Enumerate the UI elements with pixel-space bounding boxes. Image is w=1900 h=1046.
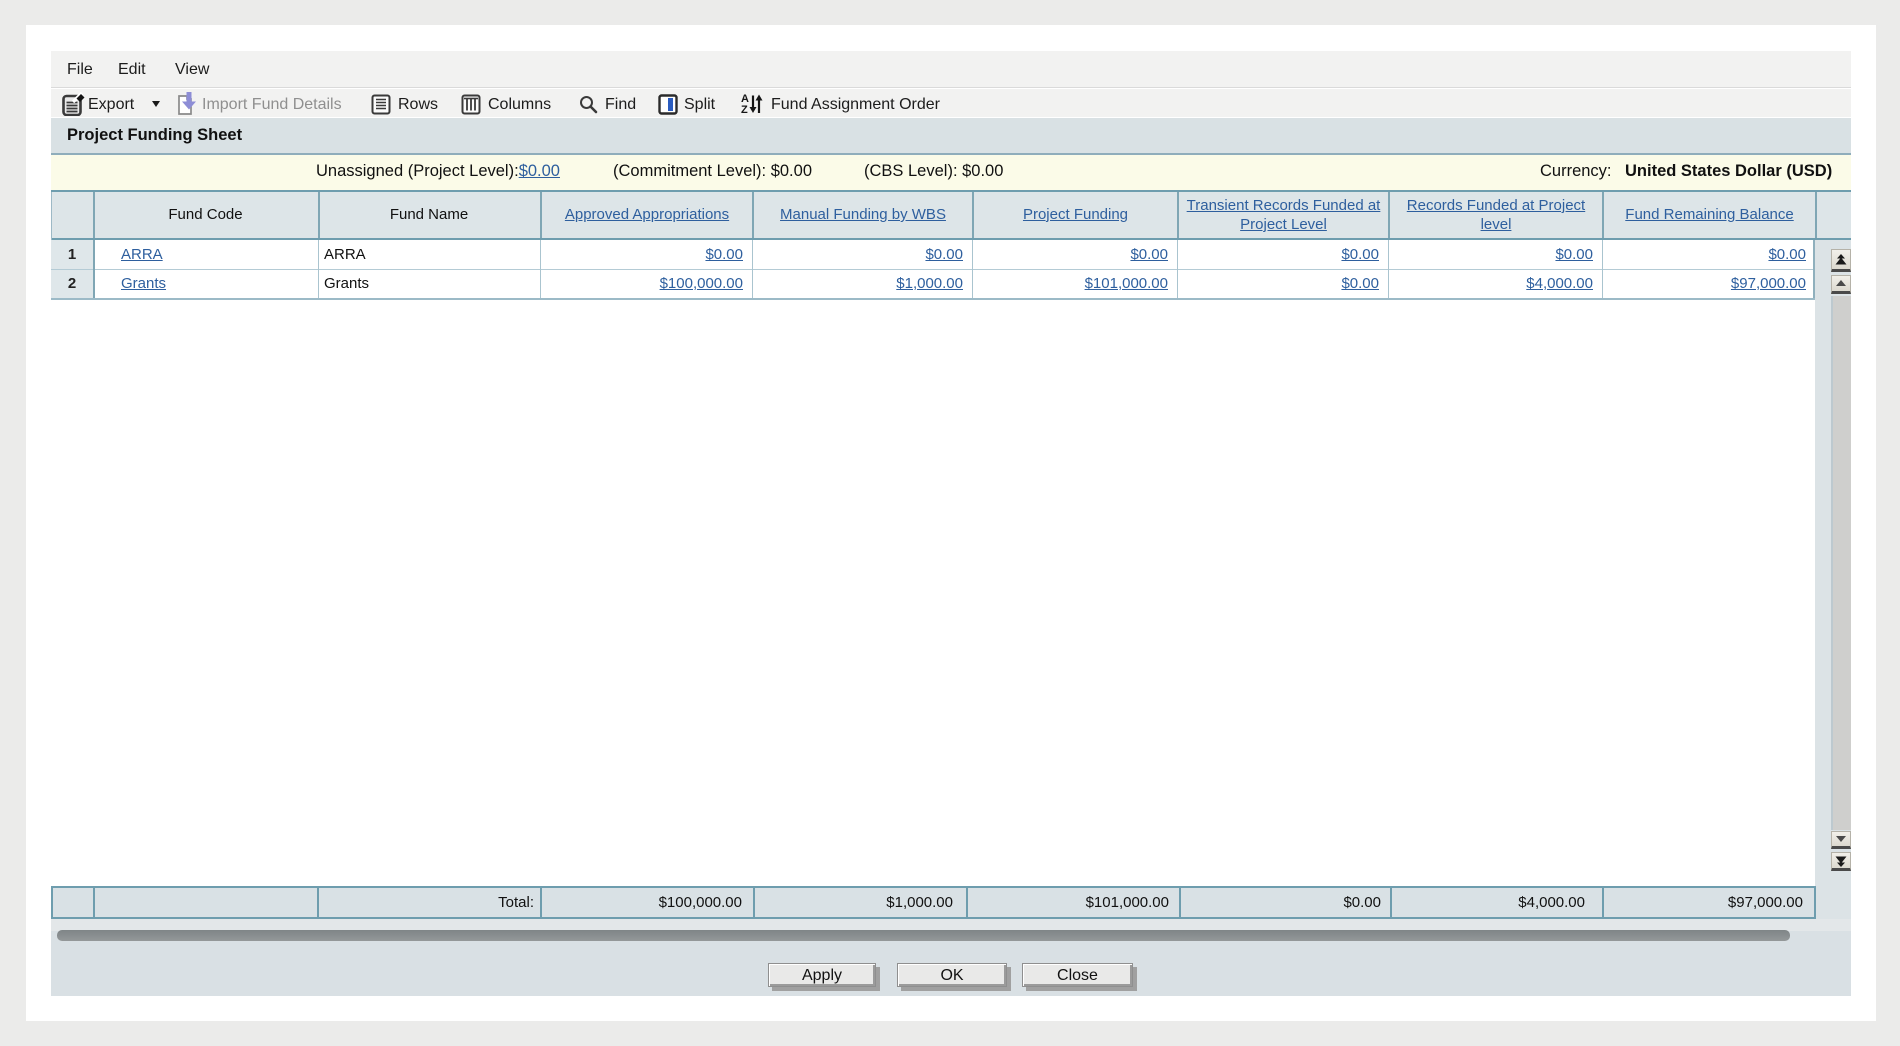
svg-text:Z: Z bbox=[741, 104, 748, 115]
